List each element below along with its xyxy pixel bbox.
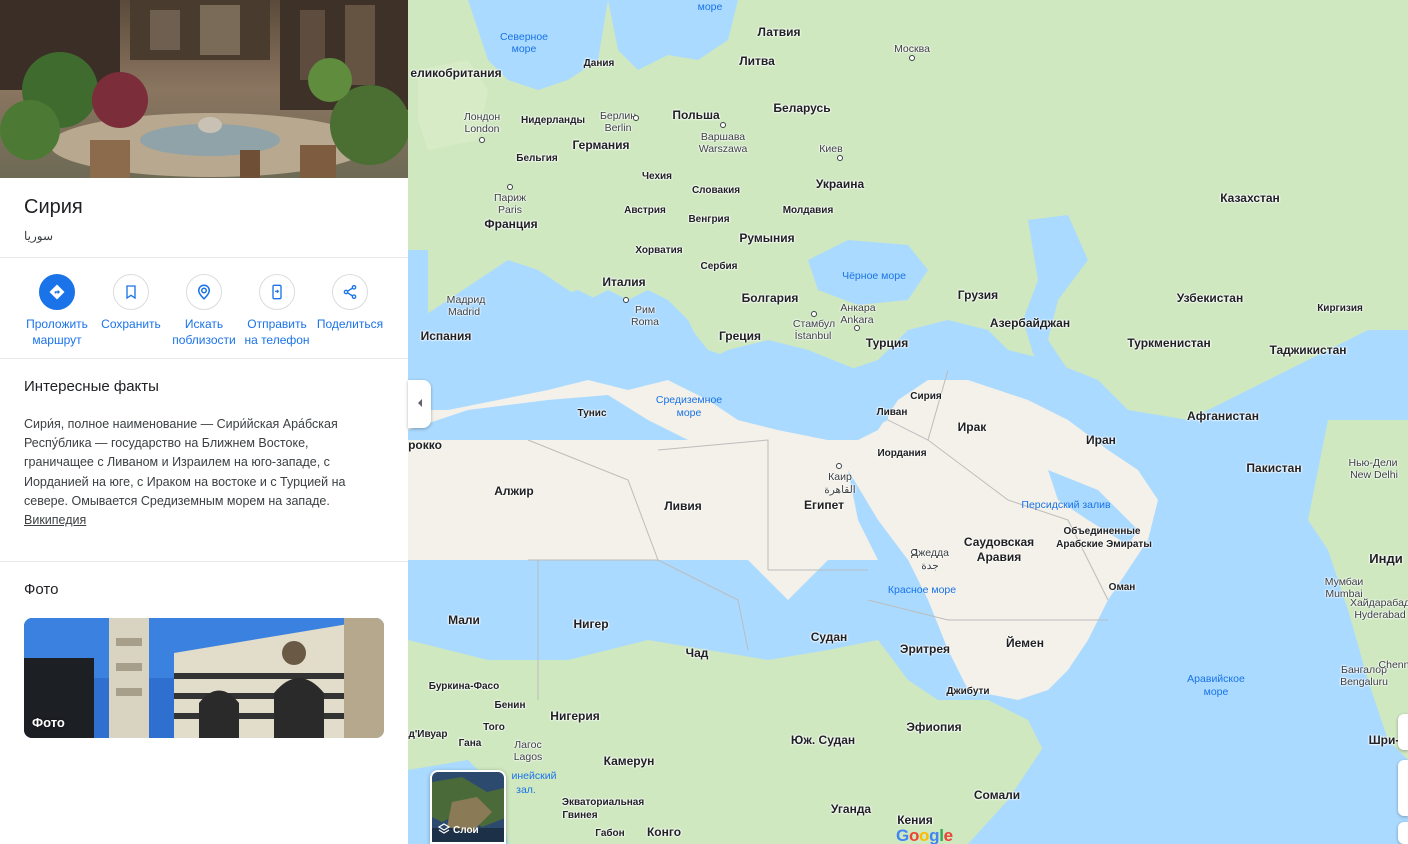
bookmark-icon	[113, 274, 149, 310]
city-dot	[811, 311, 817, 317]
wikipedia-link[interactable]: Википедия	[24, 513, 86, 527]
nearby-button[interactable]: Искать поблизости	[164, 274, 244, 348]
directions-icon	[39, 274, 75, 310]
save-button[interactable]: Сохранить	[91, 274, 171, 332]
send-to-phone-button[interactable]: Отправить на телефон	[237, 274, 317, 348]
city-dot	[633, 115, 639, 121]
chevron-left-icon	[415, 395, 425, 413]
google-logo: Google	[896, 826, 953, 844]
city-dot	[837, 155, 843, 161]
directions-button[interactable]: Проложить маршрут	[17, 274, 97, 348]
city-dot	[854, 325, 860, 331]
place-title: Сирия	[24, 196, 83, 218]
place-panel: Сирия سوريا Проложить маршрут Сохранить И…	[0, 0, 408, 844]
place-native-name: سوريا	[24, 229, 54, 243]
action-bar: Проложить маршрут Сохранить Искать поблизо…	[20, 274, 392, 350]
city-dot	[836, 463, 842, 469]
city-dot	[720, 122, 726, 128]
map-terrain	[408, 0, 1408, 844]
map-canvas[interactable]: Латвия Литва Беларусь Польша Германия Ни…	[408, 0, 1408, 844]
directions-label: Проложить маршрут	[26, 317, 88, 347]
facts-text: Сири́я, полное наименование — Сири́йская…	[24, 417, 346, 528]
share-icon	[332, 274, 368, 310]
divider	[0, 358, 408, 359]
city-dot	[479, 137, 485, 143]
photos-section: Фото Фото	[24, 581, 384, 738]
zoom-controls[interactable]	[1398, 760, 1408, 816]
place-hero-photo[interactable]	[0, 0, 408, 178]
layers-button[interactable]: Слои	[430, 770, 506, 844]
photo-card[interactable]: Фото	[24, 618, 384, 738]
send-to-phone-icon	[259, 274, 295, 310]
city-dot	[909, 55, 915, 61]
layers-label: Слои	[437, 823, 479, 838]
share-button[interactable]: Поделиться	[310, 274, 390, 332]
photo-card-label: Фото	[32, 715, 65, 730]
nearby-label: Искать поблизости	[172, 317, 236, 347]
save-label: Сохранить	[101, 317, 161, 331]
city-dot	[507, 184, 513, 190]
send-to-phone-label: Отправить на телефон	[244, 317, 310, 347]
nearby-icon	[186, 274, 222, 310]
city-dot	[911, 549, 917, 555]
layers-icon	[437, 823, 451, 838]
share-label: Поделиться	[316, 317, 384, 331]
pegman-button[interactable]	[1398, 822, 1408, 844]
collapse-panel-button[interactable]	[408, 380, 431, 428]
photos-heading: Фото	[24, 581, 59, 598]
my-location-button[interactable]	[1398, 714, 1408, 750]
facts-section: Интересные факты Сири́я, полное наименов…	[24, 378, 374, 530]
divider	[0, 257, 408, 258]
divider	[0, 561, 408, 562]
city-dot	[623, 297, 629, 303]
facts-heading: Интересные факты	[24, 378, 159, 395]
